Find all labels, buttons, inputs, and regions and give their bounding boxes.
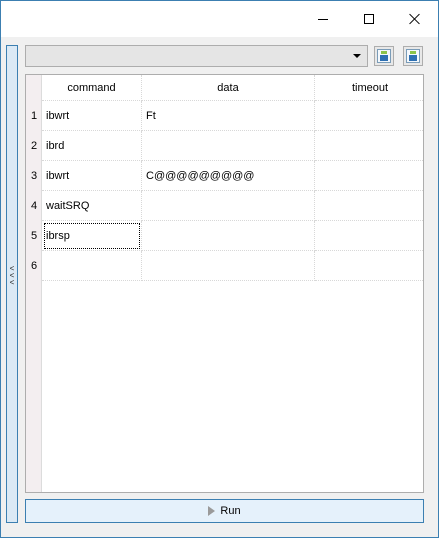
data-cell[interactable] [142,221,315,251]
chevron-down-icon [353,54,361,58]
load-button[interactable] [374,46,394,66]
save-icon [406,49,420,63]
column-header-command[interactable]: command [42,75,142,101]
table-row: 2 ibrd [26,131,423,161]
script-select[interactable] [25,45,368,67]
run-button[interactable]: Run [25,499,424,523]
run-button-label: Run [220,505,241,517]
timeout-cell[interactable] [315,221,423,251]
close-icon [409,13,421,25]
play-icon [208,506,216,516]
table-row: 1 ibwrt Ft [26,101,423,131]
command-cell[interactable]: ibwrt [42,101,142,131]
maximize-button[interactable] [346,1,392,37]
row-number[interactable]: 5 [26,221,42,251]
table-row: 6 [26,251,423,281]
close-button[interactable] [392,1,438,37]
data-cell[interactable]: Ft [142,101,315,131]
data-cell[interactable] [142,191,315,221]
command-cell-selected[interactable]: ibrsp [42,221,142,251]
expand-chevrons-icon: < < < [9,264,15,287]
minimize-icon [318,18,328,20]
timeout-cell[interactable] [315,131,423,161]
title-bar [1,1,438,37]
load-icon [377,49,391,63]
timeout-cell[interactable] [315,161,423,191]
row-number[interactable]: 3 [26,161,42,191]
table-row: 3 ibwrt C@@@@@@@@@ [26,161,423,191]
data-cell[interactable] [142,251,315,281]
row-number[interactable]: 4 [26,191,42,221]
column-header-data[interactable]: data [142,75,315,101]
command-cell[interactable] [42,251,142,281]
row-number[interactable]: 1 [26,101,42,131]
save-button[interactable] [403,46,423,66]
timeout-cell[interactable] [315,101,423,131]
timeout-cell[interactable] [315,251,423,281]
row-number[interactable]: 6 [26,251,42,281]
row-number[interactable]: 2 [26,131,42,161]
side-panel-toggle[interactable]: < < < [6,45,18,523]
app-window: < < < command data timeout 1 ibwrt Ft 2 ib… [0,0,439,538]
data-cell[interactable] [142,131,315,161]
command-cell[interactable]: ibrd [42,131,142,161]
command-cell[interactable]: waitSRQ [42,191,142,221]
data-cell[interactable]: C@@@@@@@@@ [142,161,315,191]
timeout-cell[interactable] [315,191,423,221]
command-cell[interactable]: ibwrt [42,161,142,191]
table-row: 5 ibrsp [26,221,423,251]
column-header-timeout[interactable]: timeout [315,75,423,101]
command-grid: command data timeout 1 ibwrt Ft 2 ibrd 3… [25,74,424,493]
minimize-button[interactable] [300,1,346,37]
maximize-icon [364,14,374,24]
table-row: 4 waitSRQ [26,191,423,221]
